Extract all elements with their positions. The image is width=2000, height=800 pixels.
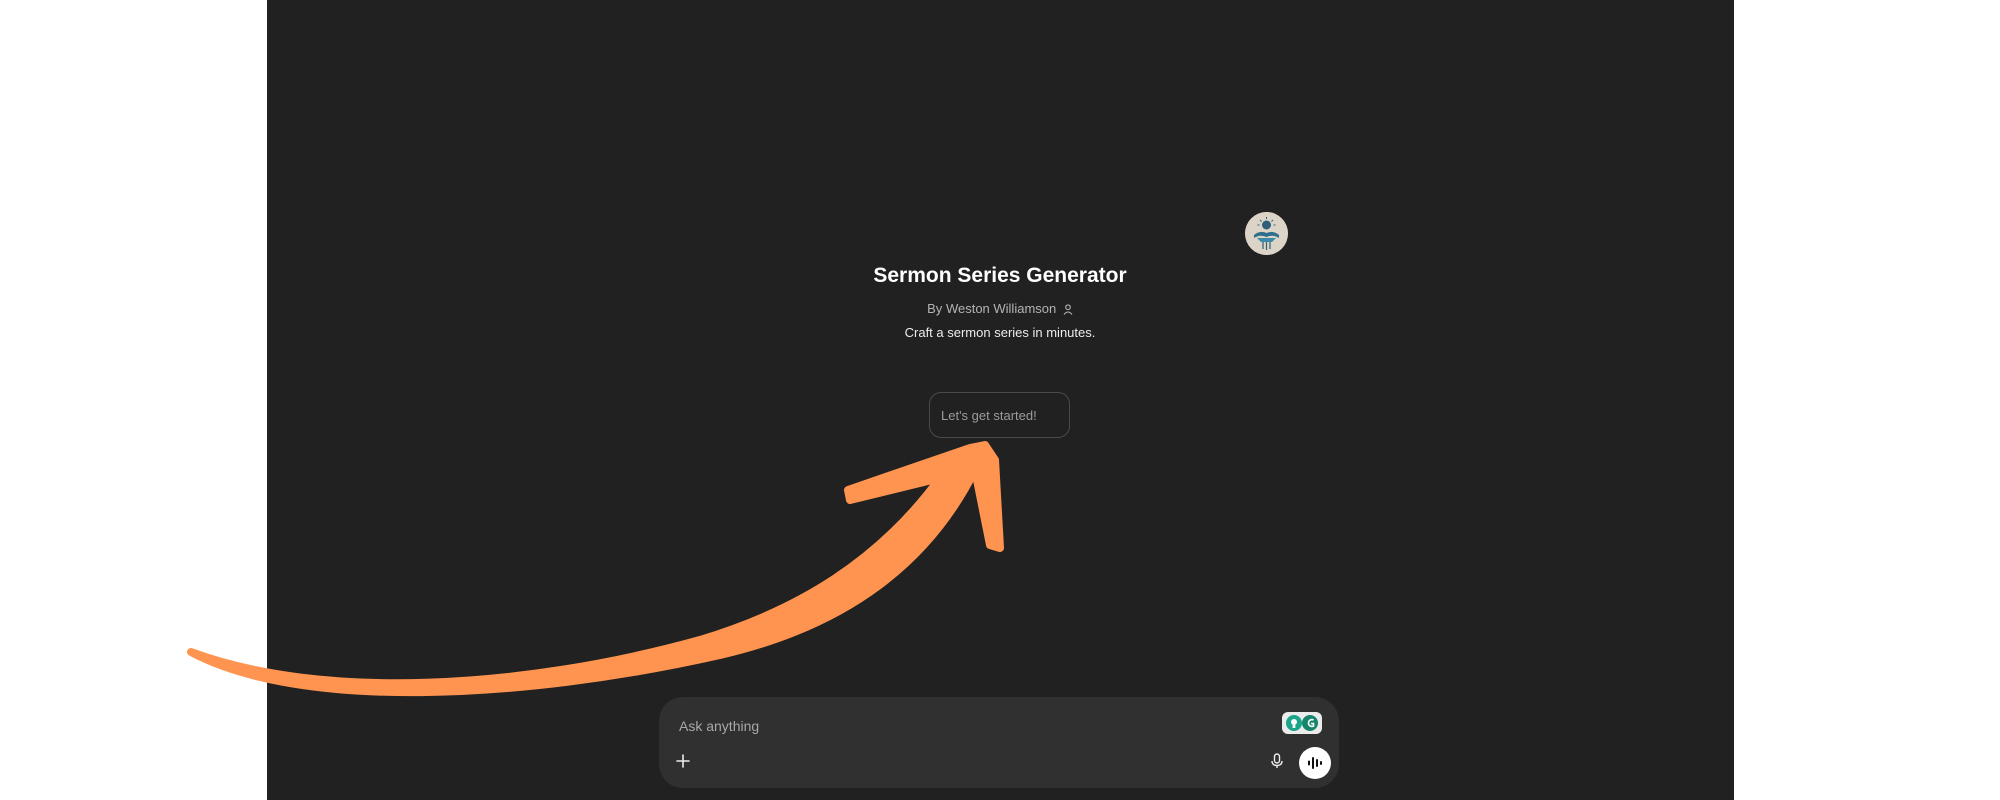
author-name[interactable]: Weston Williamson bbox=[946, 301, 1056, 316]
extension-badge-icon[interactable] bbox=[1282, 712, 1322, 734]
gpt-avatar bbox=[1245, 212, 1288, 255]
dictate-button[interactable] bbox=[1266, 750, 1288, 772]
conversation-starter-label: Let's get started! bbox=[941, 407, 1037, 423]
conversation-starter[interactable]: Let's get started! bbox=[929, 392, 1070, 438]
gpt-description: Craft a sermon series in minutes. bbox=[904, 325, 1096, 340]
gpt-title: Sermon Series Generator bbox=[873, 264, 1127, 287]
main-panel: Sermon Series Generator By Weston Willia… bbox=[267, 0, 1734, 800]
person-icon bbox=[1063, 303, 1073, 318]
gpt-byline: By Weston Williamson bbox=[0, 301, 2000, 318]
voice-mode-icon bbox=[1308, 757, 1322, 769]
voice-mode-button[interactable] bbox=[1299, 747, 1331, 779]
microphone-icon bbox=[1271, 753, 1283, 768]
plus-icon bbox=[676, 754, 690, 768]
byline-prefix: By bbox=[927, 301, 943, 316]
attach-button[interactable] bbox=[671, 749, 695, 773]
prompt-input[interactable] bbox=[677, 713, 1241, 739]
book-lamp-logo-icon bbox=[1245, 212, 1288, 255]
composer bbox=[659, 697, 1339, 788]
